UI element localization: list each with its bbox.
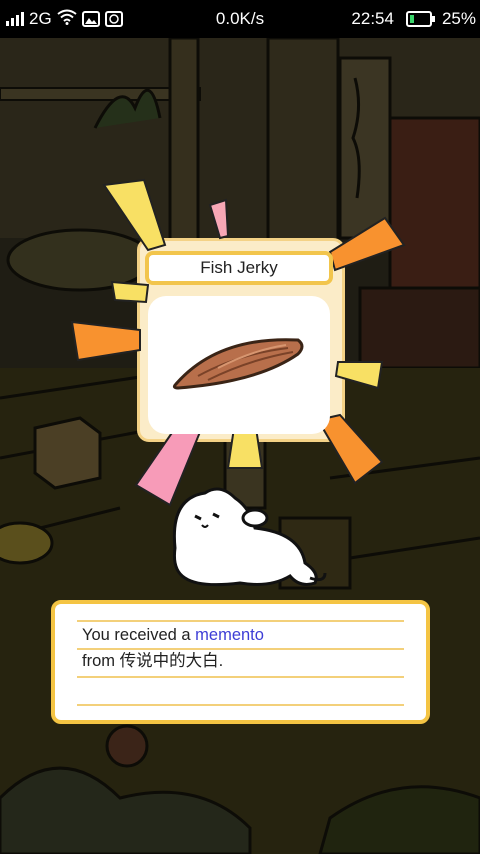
message-line-1: You received a memento — [82, 622, 402, 648]
item-name: Fish Jerky — [145, 251, 333, 285]
status-bar: 2G 0.0K/s 22:54 25% — [0, 0, 480, 38]
item-image — [148, 296, 330, 434]
wifi-icon — [57, 9, 77, 30]
battery-percent: 25% — [441, 9, 476, 28]
fish-jerky-icon — [172, 338, 304, 390]
game-scene[interactable] — [0, 38, 480, 854]
download-notification-icon — [104, 11, 123, 27]
battery-icon — [405, 11, 435, 27]
message-prefix: You received a — [82, 626, 191, 644]
network-type: 2G — [29, 9, 52, 28]
memento-link: memento — [195, 626, 264, 644]
message-text: You received a memento from 传说中的大白. — [82, 622, 402, 674]
signal-icon — [6, 12, 24, 26]
network-speed: 0.0K/s — [215, 9, 265, 28]
image-notification-icon — [81, 11, 100, 27]
clock: 22:54 — [351, 9, 394, 28]
message-line-2: from 传说中的大白. — [82, 652, 224, 670]
